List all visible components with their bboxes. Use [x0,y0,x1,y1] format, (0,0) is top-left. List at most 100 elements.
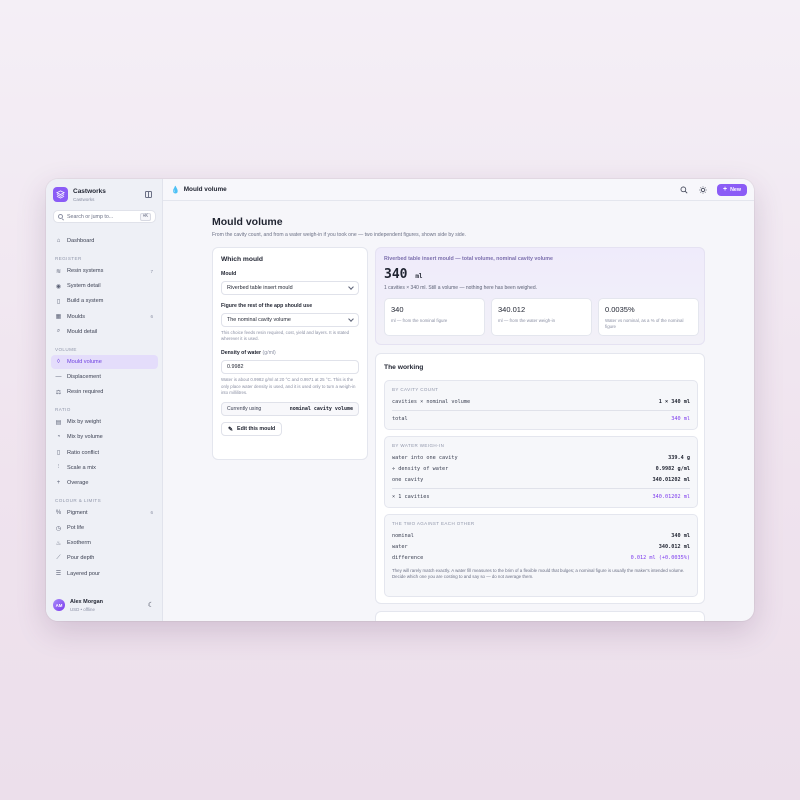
sidebar-item-label: Ratio conflict [67,449,100,456]
sidebar-item-pour-depth[interactable]: ⟋ Pour depth [51,551,158,565]
main-area: 💧 Mould volume + New Mould volume From t… [163,179,754,621]
sidebar-item-overage[interactable]: + Overage [51,476,158,490]
sidebar-item-label: Pour depth [67,555,95,562]
nav-section-heading: RATIO [55,407,71,413]
sidebar-item-layered-pour[interactable]: ☰ Layered pour [51,567,158,581]
sidebar-item-label: Displacement [67,373,101,380]
figure-select[interactable]: The nominal cavity volume [221,313,359,327]
search-placeholder: Search or jump to... [67,213,114,220]
flame-icon: ♨ [55,540,62,547]
sidebar-item-ratio-conflict[interactable]: ▯ Ratio conflict [51,446,158,460]
sidebar-item-exotherm[interactable]: ♨ Exotherm [51,536,158,550]
density-help: Water is about 0.9982 g/ml at 20 °C and … [221,377,356,395]
ruler-icon: ⟋ [56,554,61,561]
sidebar-item-mould-detail[interactable]: ⌕ Mould detail [51,325,158,339]
which-mould-card: Which mould Mould Riverbed table insert … [212,247,368,460]
working-title: The working [384,364,424,371]
search-button[interactable] [679,185,689,195]
sidebar-item-label: Overage [67,479,89,486]
sidebar-item-label: Layered pour [67,570,100,577]
user-status: USD • offline [70,606,95,612]
sidebar-item-label: Scale a mix [67,464,96,471]
sidebar-item-scale-a-mix[interactable]: ⫶ Scale a mix [51,461,158,475]
chevron-down-icon [348,316,354,322]
table-row: water 340.012 ml [392,543,690,550]
stack-icon: ☰ [55,571,62,578]
working-card: The working BY CAVITY COUNT cavities × n… [375,353,705,604]
scale-icon: ⚖ [55,389,62,396]
table-row: water into one cavity 339.4 g [392,454,690,461]
pie-icon: ◔ [56,434,61,441]
new-button[interactable]: + New [717,183,747,196]
search-icon [58,214,63,219]
stat-water: 340.012 ml — from the water weigh-in [491,298,592,336]
nav-section: VOLUME ◊ Mould volume — Displacement ⚖ Resin r… [51,345,158,399]
sidebar-item-mould-volume[interactable]: ◊ Mould volume [51,354,158,369]
summary-note: 1 cavities × 340 ml. Still a volume — no… [384,285,538,291]
sidebar-item-label: Pigment [67,509,88,516]
sidebar-item-label: Resin required [67,389,104,396]
table-row: cavities × nominal volume 1 × 340 ml [392,398,690,405]
sidebar-item-displacement[interactable]: — Displacement [51,370,158,384]
summary-heading: Riverbed table insert mould — total volu… [384,256,553,262]
brand[interactable]: Castworks Castworks [53,187,106,202]
search-icon [680,186,688,193]
workspace-name: Castworks [73,196,95,202]
table-row: difference 0.012 ml (+0.0035%) [392,554,690,561]
density-label: Density of water (g/ml) [221,350,276,357]
sidebar-item-system-detail[interactable]: ◉ System detail [51,279,158,293]
sidebar-item-label: Mould volume [67,358,102,365]
nav-section: COLOUR & LIMITS% Pigment 6 ◷ Pot life ♨ Exothe… [51,496,158,581]
sidebar-item-moulds[interactable]: ▦ Moulds 6 [51,310,158,324]
clock-icon: ◷ [55,525,62,532]
sidebar-item-resin-systems[interactable]: ≋ Resin systems 7 [51,264,158,278]
nav-sections: REGISTER ≋ Resin systems 7 ◉ System detail ▯ Bu… [51,254,158,587]
file-icon: ▯ [56,450,61,456]
mould-label: Mould [221,271,237,277]
nav-section-heading: VOLUME [55,346,77,352]
avatar: AM [53,599,65,611]
app-name: Castworks [73,187,106,195]
sidebar: Castworks Castworks Search or jump to...… [46,179,163,621]
cavity-count-block: BY CAVITY COUNT cavities × nominal volum… [384,380,698,430]
sidebar-item-mix-by-volume[interactable]: ◔ Mix by volume [51,430,158,444]
search-input[interactable]: Search or jump to... ⌘K [53,210,156,223]
plus-icon: + [56,479,61,486]
file-icon: ▯ [56,298,61,305]
mould-select[interactable]: Riverbed table insert mould [221,281,359,295]
table-row: one cavity 340.01202 ml [392,476,690,483]
search-icon: ⌕ [56,328,61,335]
sidebar-toggle-icon[interactable] [145,191,152,198]
castworks-logo-icon [53,187,68,202]
sidebar-item-pigment[interactable]: % Pigment 6 [51,506,158,520]
sidebar-item-label: System detail [67,283,101,290]
sidebar-item-resin-required[interactable]: ⚖ Resin required [51,385,158,399]
density-input[interactable]: 0.9982 [221,360,359,375]
edit-mould-button[interactable]: ✎ Edit this mould [221,422,283,437]
grid-icon: ▦ [55,314,62,321]
minus-icon: — [55,373,62,380]
sidebar-item-dashboard[interactable]: ⌂ Dashboard [51,234,158,248]
layers-icon: ≋ [55,268,62,275]
user-name: Alex Morgan [70,598,104,605]
currently-using: Currently using nominal cavity volume [221,402,359,417]
next-card [375,611,705,621]
sidebar-item-count: 7 [150,268,153,274]
theme-toggle-button[interactable] [698,185,708,195]
total-volume-card: Riverbed table insert mould — total volu… [375,247,705,345]
comparison-note: They will rarely match exactly. A water … [392,568,685,580]
clipboard-icon: ▤ [55,419,62,426]
plus-icon: + [723,186,728,193]
sidebar-item-build-a-system[interactable]: ▯ Build a system [51,294,158,308]
page-subtitle: From the cavity count, and from a water … [212,232,466,238]
sidebar-item-pot-life[interactable]: ◷ Pot life [51,521,158,535]
sidebar-item-mix-by-weight[interactable]: ▤ Mix by weight [51,415,158,429]
topbar-title: Mould volume [183,186,227,193]
user-profile[interactable]: AM Alex Morgan USD • offline ☾ [51,595,158,615]
total-volume-value: 340 ml [384,267,423,282]
search-shortcut: ⌘K [139,212,151,221]
topbar: 💧 Mould volume + New [163,179,754,201]
eye-icon: ◉ [55,283,62,290]
sliders-icon: ⫶ [57,464,60,471]
moon-icon[interactable]: ☾ [148,601,154,609]
